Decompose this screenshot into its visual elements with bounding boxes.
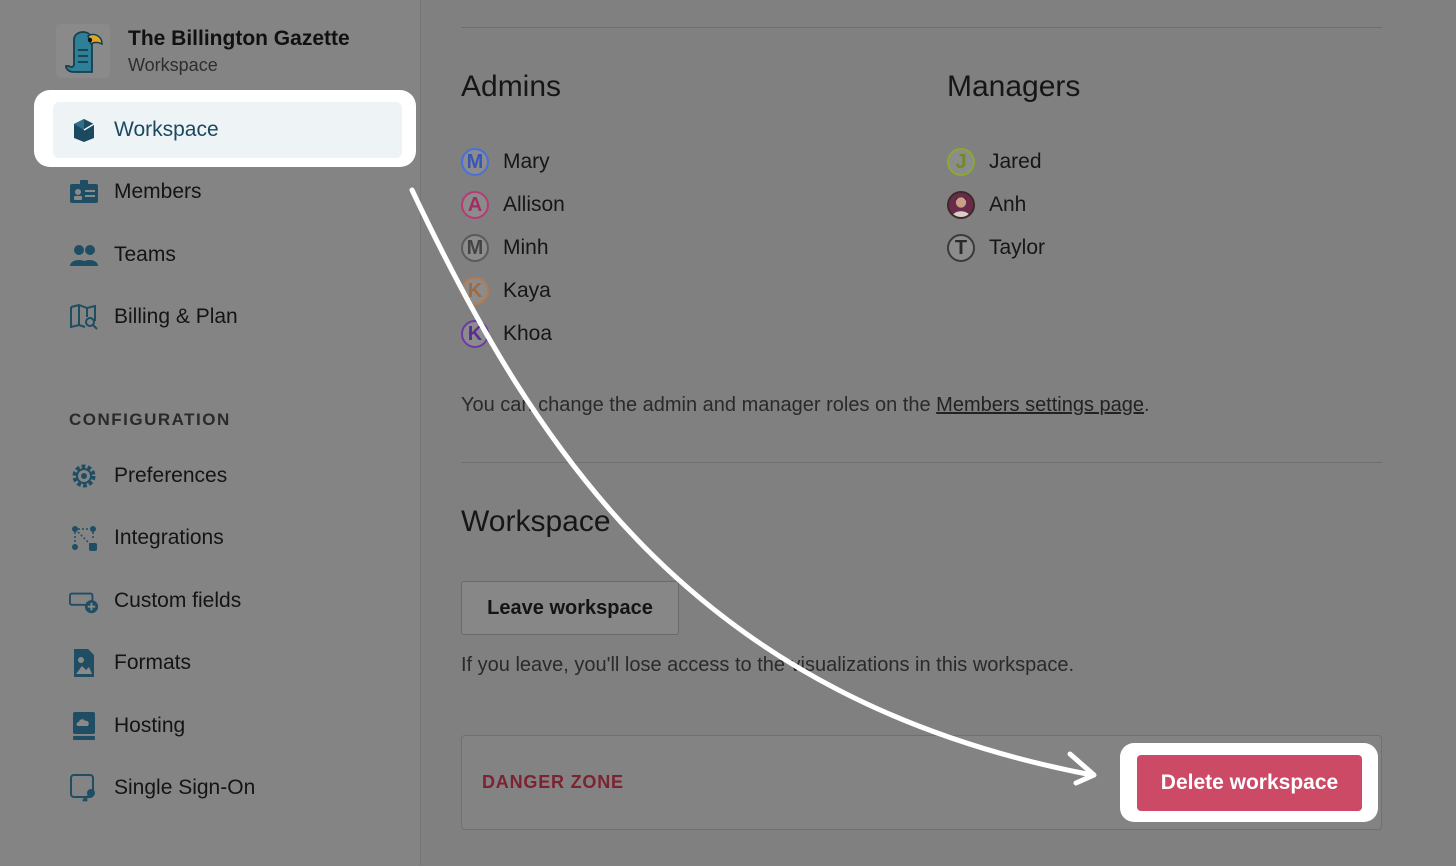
parrot-logo-icon bbox=[56, 24, 110, 78]
avatar: M bbox=[461, 148, 489, 176]
people-icon bbox=[69, 240, 99, 270]
sidebar-item-workspace[interactable]: Workspace bbox=[53, 102, 402, 158]
sidebar-item-members[interactable]: Members bbox=[69, 170, 202, 214]
delete-workspace-button[interactable]: Delete workspace bbox=[1137, 755, 1362, 811]
manager-item: J Jared bbox=[947, 145, 1042, 179]
nodes-icon bbox=[69, 523, 99, 553]
admins-heading: Admins bbox=[461, 70, 562, 103]
sidebar-item-custom-fields[interactable]: Custom fields bbox=[69, 579, 241, 623]
cloud-server-icon bbox=[69, 711, 99, 741]
managers-heading: Managers bbox=[947, 70, 1081, 103]
admin-item: M Minh bbox=[461, 231, 549, 265]
admin-name: Allison bbox=[503, 193, 565, 216]
workspace-subtitle: Workspace bbox=[128, 55, 218, 75]
cube-icon bbox=[69, 115, 99, 145]
sidebar-item-label: Single Sign-On bbox=[114, 776, 256, 799]
leave-workspace-button[interactable]: Leave workspace bbox=[461, 581, 679, 635]
avatar: J bbox=[947, 148, 975, 176]
sidebar-item-hosting[interactable]: Hosting bbox=[69, 704, 185, 748]
manager-name: Anh bbox=[989, 193, 1027, 216]
sidebar-item-label: Integrations bbox=[114, 526, 224, 549]
workspace-brand[interactable]: The Billington Gazette Workspace bbox=[56, 24, 350, 78]
sidebar-item-label: Hosting bbox=[114, 714, 186, 737]
sidebar-item-label: Members bbox=[114, 180, 202, 203]
field-add-icon bbox=[69, 586, 99, 616]
divider bbox=[461, 462, 1382, 463]
sidebar: The Billington Gazette Workspace Workspa… bbox=[0, 0, 421, 866]
avatar: K bbox=[461, 320, 489, 348]
manager-item: T Taylor bbox=[947, 231, 1045, 265]
divider bbox=[461, 27, 1382, 28]
sidebar-item-label: Billing & Plan bbox=[114, 305, 238, 328]
avatar: K bbox=[461, 277, 489, 305]
admin-item: M Mary bbox=[461, 145, 550, 179]
roles-note-text: You can change the admin and manager rol… bbox=[461, 394, 937, 416]
admin-item: K Khoa bbox=[461, 317, 552, 351]
map-icon bbox=[69, 302, 99, 332]
admin-name: Kaya bbox=[503, 279, 551, 302]
roles-note-suffix: . bbox=[1144, 394, 1150, 416]
sidebar-item-formats[interactable]: Formats bbox=[69, 641, 191, 685]
workspace-name: The Billington Gazette bbox=[128, 27, 350, 50]
sidebar-item-label: Custom fields bbox=[114, 589, 242, 612]
sidebar-item-integrations[interactable]: Integrations bbox=[69, 516, 224, 560]
avatar: T bbox=[947, 234, 975, 262]
sidebar-item-sso[interactable]: Single Sign-On bbox=[69, 766, 255, 810]
image-file-icon bbox=[69, 648, 99, 678]
leave-note: If you leave, you'll lose access to the … bbox=[461, 654, 1075, 676]
id-card-icon bbox=[69, 177, 99, 207]
sidebar-item-label: Workspace bbox=[114, 118, 219, 141]
manager-name: Taylor bbox=[989, 236, 1046, 259]
sidebar-item-label: Teams bbox=[114, 243, 176, 266]
section-label-configuration: CONFIGURATION bbox=[69, 410, 231, 429]
admin-item: A Allison bbox=[461, 188, 565, 222]
main-content: Admins Managers M Mary A Allison M Minh … bbox=[461, 0, 1382, 866]
sidebar-item-label: Formats bbox=[114, 651, 192, 674]
roles-note: You can change the admin and manager rol… bbox=[461, 394, 1150, 417]
sidebar-item-teams[interactable]: Teams bbox=[69, 233, 176, 277]
workspace-heading: Workspace bbox=[461, 505, 611, 538]
manager-item: Anh bbox=[947, 188, 1026, 222]
admin-name: Mary bbox=[503, 150, 550, 173]
admin-name: Khoa bbox=[503, 322, 553, 345]
danger-zone-label: DANGER ZONE bbox=[482, 772, 624, 792]
gear-icon bbox=[69, 461, 99, 491]
admin-item: K Kaya bbox=[461, 274, 551, 308]
manager-name: Jared bbox=[989, 150, 1042, 173]
sidebar-item-label: Preferences bbox=[114, 464, 228, 487]
sidebar-item-billing[interactable]: Billing & Plan bbox=[69, 295, 238, 339]
avatar: A bbox=[461, 191, 489, 219]
sidebar-item-preferences[interactable]: Preferences bbox=[69, 454, 227, 498]
avatar-photo bbox=[947, 191, 975, 219]
key-icon bbox=[69, 773, 99, 803]
members-settings-link[interactable]: Members settings page bbox=[936, 394, 1144, 416]
avatar: M bbox=[461, 234, 489, 262]
admin-name: Minh bbox=[503, 236, 549, 259]
